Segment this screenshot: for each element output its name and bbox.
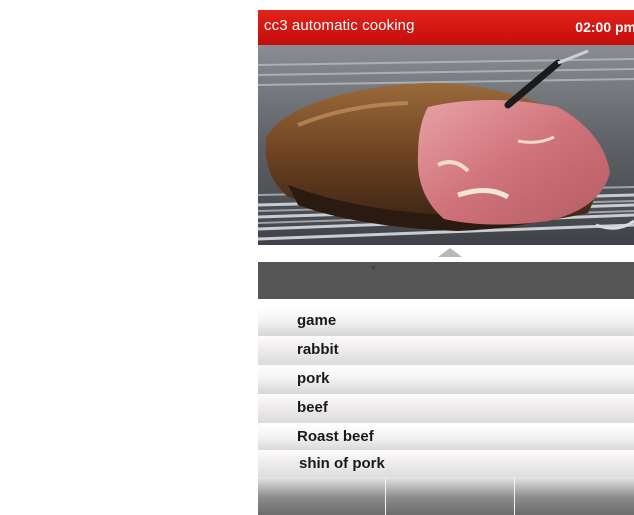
menu-item-shin-of-pork[interactable]: shin of pork xyxy=(258,450,634,479)
menu-item-pork[interactable]: pork xyxy=(258,365,634,394)
menu-item-label: pork xyxy=(297,370,330,387)
title-bar: cc3 automatic cooking 02:00 pm xyxy=(258,10,634,45)
menu-item-rabbit[interactable]: rabbit xyxy=(258,336,634,365)
roast-beef-photo xyxy=(258,45,634,245)
menu-item-label: game xyxy=(297,312,337,329)
menu-item-beef[interactable]: beef xyxy=(258,394,634,423)
oven-display: cc3 automatic cooking 02:00 pm game rabb… xyxy=(258,10,634,515)
list-spacer xyxy=(258,299,634,307)
soft-key-left[interactable] xyxy=(258,477,385,515)
menu-item-label: Roast beef xyxy=(297,428,374,445)
indicator-dot xyxy=(372,266,375,269)
up-arrow-icon[interactable] xyxy=(438,248,462,257)
clock: 02:00 pm xyxy=(575,19,634,35)
menu-item-roast-beef[interactable]: Roast beef xyxy=(258,423,634,452)
soft-key-middle[interactable] xyxy=(386,477,514,515)
menu-item-label: shin of pork xyxy=(299,455,385,472)
scroll-strip xyxy=(258,245,634,262)
menu-item-label: beef xyxy=(297,399,328,416)
soft-key-bar xyxy=(258,477,634,515)
menu-item-label: rabbit xyxy=(297,341,339,358)
menu-item-game[interactable]: game xyxy=(258,307,634,336)
app-title: cc3 automatic cooking xyxy=(264,17,415,34)
selection-header-bar xyxy=(258,262,634,299)
soft-key-right[interactable] xyxy=(515,477,634,515)
